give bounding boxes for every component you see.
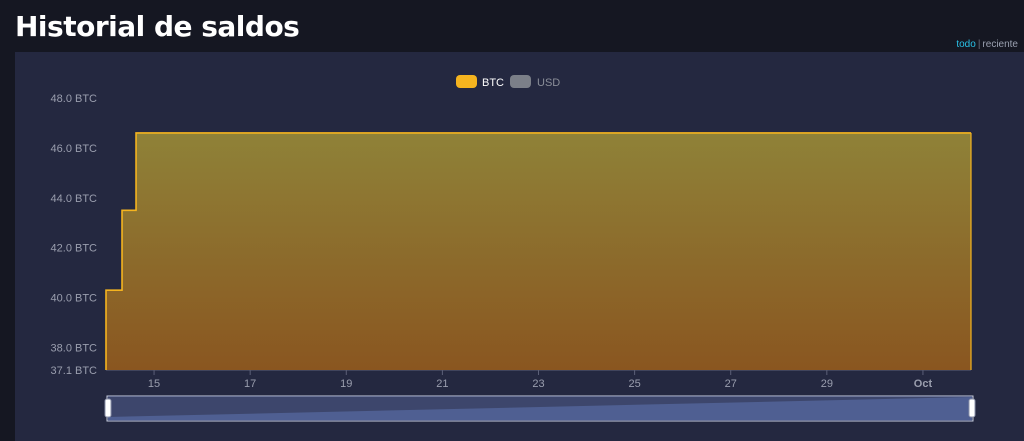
x-tick-label: 25 xyxy=(628,378,640,390)
x-tick-label: 19 xyxy=(340,378,352,390)
page-title: Historial de saldos xyxy=(15,10,300,43)
btc-legend-label: BTC xyxy=(482,77,504,89)
y-axis: 37.1 BTC 38.0 BTC 40.0 BTC 42.0 BTC 44.0 BTC… xyxy=(51,93,98,377)
y-tick-label: 38.0 BTC xyxy=(51,343,98,355)
usd-legend-label: USD xyxy=(537,77,560,89)
x-tick-label: 21 xyxy=(436,378,448,390)
x-tick-label: 23 xyxy=(532,378,544,390)
legend-item-usd[interactable]: USD xyxy=(510,75,560,89)
zoom-slider[interactable] xyxy=(104,395,976,422)
zoom-slider-selection xyxy=(108,396,972,421)
legend: BTC USD xyxy=(456,75,560,89)
x-tick-label: 29 xyxy=(821,378,833,390)
y-tick-label: 44.0 BTC xyxy=(51,193,98,205)
range-all-link[interactable]: todo xyxy=(956,39,975,50)
header: Historial de saldos todo | reciente xyxy=(0,0,1024,52)
x-tick-label: 27 xyxy=(725,378,737,390)
range-toggle: todo | reciente xyxy=(956,39,1018,50)
range-recent-link[interactable]: reciente xyxy=(982,39,1018,50)
x-tick-label: 17 xyxy=(244,378,256,390)
y-tick-label: 48.0 BTC xyxy=(51,93,98,105)
balance-chart: BTC USD 37.1 BTC 38.0 BTC 40.0 BTC 42.0 BTC… xyxy=(51,75,976,422)
legend-item-btc[interactable]: BTC xyxy=(456,75,504,89)
chart-panel: BTC USD 37.1 BTC 38.0 BTC 40.0 BTC 42.0 BTC… xyxy=(15,52,1024,441)
btc-legend-swatch xyxy=(456,75,477,88)
zoom-handle-right[interactable] xyxy=(968,398,976,418)
zoom-handle-left[interactable] xyxy=(104,398,112,418)
plot-area xyxy=(105,132,972,370)
x-tick-label: Oct xyxy=(914,378,933,390)
y-tick-label: 40.0 BTC xyxy=(51,293,98,305)
x-tick-label: 15 xyxy=(148,378,160,390)
range-separator: | xyxy=(977,39,981,50)
y-tick-label: 46.0 BTC xyxy=(51,143,98,155)
x-axis: 15 17 19 21 23 25 27 29 Oct xyxy=(106,369,971,390)
y-tick-label: 37.1 BTC xyxy=(51,365,98,377)
y-tick-label: 42.0 BTC xyxy=(51,243,98,255)
usd-legend-swatch xyxy=(510,75,531,88)
btc-area xyxy=(106,132,971,370)
